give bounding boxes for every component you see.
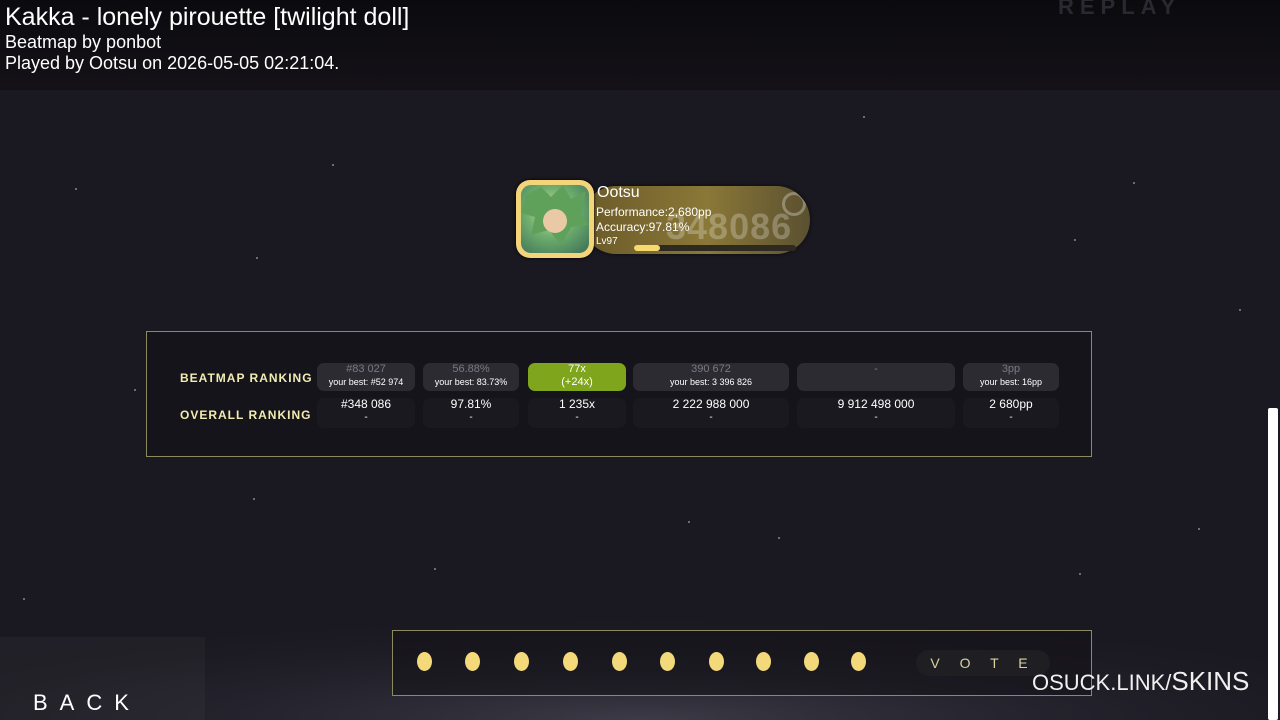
cell-sub: - [575, 412, 579, 423]
cell-main: 9 912 498 000 [837, 397, 915, 411]
cell-main: 2 222 988 000 [672, 397, 750, 411]
player-name[interactable]: Ootsu [597, 184, 640, 202]
cell-main: #83 027 [346, 363, 386, 375]
cell-main: 97.81% [450, 397, 492, 411]
cell-sub: - [1009, 412, 1013, 423]
rating-star-3[interactable] [514, 652, 529, 671]
rating-star-9[interactable] [804, 652, 819, 671]
beatmap-author: Beatmap by ponbot [5, 32, 162, 52]
beatmap-ranking-label: BEATMAP RANKING [180, 371, 313, 385]
scrollbar[interactable] [1268, 408, 1278, 720]
watermark-suffix: SKINS [1171, 666, 1250, 696]
beatmap-empty-cell: - [797, 363, 955, 391]
ring-icon [782, 192, 806, 216]
overall-pp-cell: 2 680pp - [963, 398, 1059, 428]
beatmap-score-cell: 390 672 your best: 3 396 826 [633, 363, 789, 391]
rating-star-7[interactable] [709, 652, 724, 671]
song-header: REPLAY Kakka - lonely pirouette [twiligh… [0, 0, 1280, 90]
rating-star-6[interactable] [660, 652, 675, 671]
cell-main: 2 680pp [989, 397, 1033, 411]
cell-main: #348 086 [340, 397, 392, 411]
overall-rank-cell: #348 086 - [317, 398, 415, 428]
avatar-image [521, 185, 589, 253]
overall-ranking-label: OVERALL RANKING [180, 408, 312, 422]
song-title: Kakka - lonely pirouette [twilight doll] [5, 3, 410, 31]
played-by: Played by Ootsu on 2026-05-05 02:21:04. [5, 53, 340, 73]
overall-score-cell: 2 222 988 000 - [633, 398, 789, 428]
overall-combo-cell: 1 235x - [528, 398, 626, 428]
avatar[interactable] [516, 180, 594, 258]
overall-accuracy-cell: 97.81% - [423, 398, 519, 428]
rating-star-2[interactable] [465, 652, 480, 671]
cell-main: 390 672 [691, 363, 731, 375]
cell-best: your best: #52 974 [328, 377, 404, 387]
beatmap-rank-cell: #83 027 your best: #52 974 [317, 363, 415, 391]
cell-main: 3pp [1001, 363, 1021, 375]
cell-best: your best: 16pp [979, 377, 1043, 387]
rating-star-10[interactable] [851, 652, 866, 671]
level-progress-bar [634, 245, 796, 251]
beatmap-accuracy-cell: 56.88% your best: 83.73% [423, 363, 519, 391]
replay-tag: REPLAY [1058, 0, 1182, 19]
beatmap-combo-cell: 77x (+24x) [528, 363, 626, 391]
cell-main: - [874, 363, 878, 375]
cell-sub: - [364, 412, 368, 423]
cell-main: 77x [568, 363, 586, 375]
beatmap-pp-cell: 3pp your best: 16pp [963, 363, 1059, 391]
level-progress-fill [634, 245, 660, 251]
player-performance: Performance:2,680pp [596, 205, 712, 219]
vote-button[interactable]: V O T E [916, 650, 1050, 676]
cell-sub: - [709, 412, 713, 423]
back-button[interactable]: BACK [33, 690, 141, 716]
player-accuracy: Accuracy:97.81% [596, 220, 690, 234]
watermark-prefix: OSUCK.LINK/ [1032, 670, 1172, 695]
rankings-panel [146, 331, 1092, 457]
player-level: Lv97 [596, 236, 618, 247]
cell-sub: - [469, 412, 473, 423]
rating-star-8[interactable] [756, 652, 771, 671]
cell-main: 1 235x [558, 397, 596, 411]
rating-star-4[interactable] [563, 652, 578, 671]
skin-watermark: OSUCK.LINK/SKINS [1032, 666, 1249, 697]
rating-star-5[interactable] [612, 652, 627, 671]
overall-total-score-cell: 9 912 498 000 - [797, 398, 955, 428]
rating-star-1[interactable] [417, 652, 432, 671]
cell-best: your best: 83.73% [434, 377, 508, 387]
cell-best: your best: 3 396 826 [669, 377, 753, 387]
cell-best: (+24x) [561, 376, 593, 388]
cell-main: 56.88% [452, 363, 490, 375]
cell-sub: - [874, 412, 878, 423]
